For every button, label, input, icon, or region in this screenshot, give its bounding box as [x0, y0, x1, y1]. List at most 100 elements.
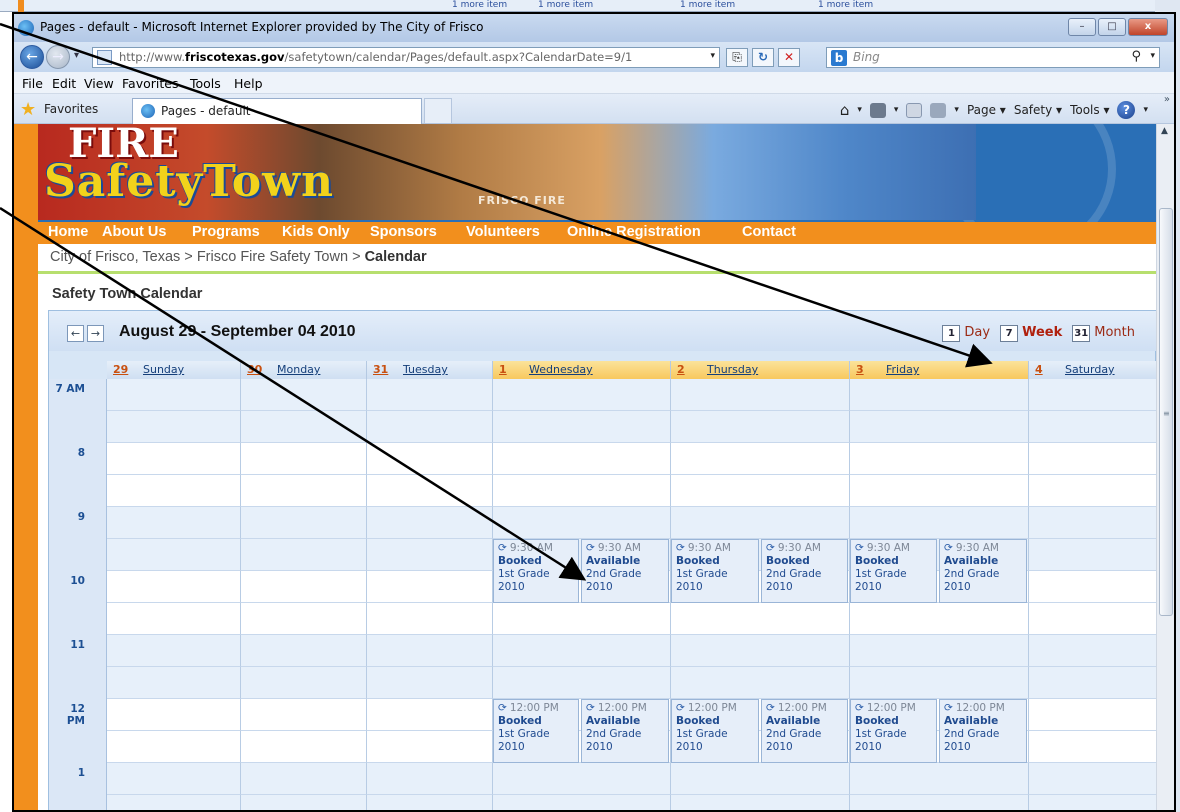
favorites-star-icon[interactable]: ★ [20, 99, 36, 120]
day-number[interactable]: 30 [247, 363, 262, 376]
time-slot[interactable] [241, 443, 367, 475]
time-slot[interactable] [671, 411, 850, 443]
tools-menu[interactable]: Tools ▾ [1070, 103, 1109, 117]
time-slot[interactable] [1029, 507, 1157, 539]
nav-contact[interactable]: Contact [742, 224, 796, 240]
time-slot[interactable] [107, 795, 241, 810]
more-chevron-icon[interactable]: » [1164, 94, 1170, 105]
day-number[interactable]: 31 [373, 363, 388, 376]
time-slot[interactable] [493, 795, 671, 810]
calendar-event[interactable]: ⟳ 12:00 PM Available 2nd Grade 2010 [761, 699, 848, 763]
next-week-button[interactable]: → [87, 325, 104, 342]
time-slot[interactable] [1029, 475, 1157, 507]
time-slot[interactable] [367, 379, 493, 411]
time-slot[interactable] [671, 379, 850, 411]
time-slot[interactable] [367, 603, 493, 635]
time-slot[interactable] [367, 763, 493, 795]
time-slot[interactable] [671, 507, 850, 539]
time-slot[interactable] [241, 763, 367, 795]
address-dropdown-icon[interactable]: ▾ [710, 51, 715, 61]
event-status[interactable]: Available [586, 715, 664, 728]
time-slot[interactable] [241, 475, 367, 507]
favorites-button[interactable]: Favorites [44, 102, 98, 116]
nav-programs[interactable]: Programs [192, 224, 260, 240]
day-header-monday[interactable]: 30 Monday [241, 361, 367, 379]
scroll-up-icon[interactable]: ▲ [1161, 126, 1168, 136]
nav-online-registration[interactable]: Online Registration [567, 224, 701, 240]
read-mail-icon[interactable] [906, 102, 923, 118]
calendar-event[interactable]: ⟳ 9:30 AM Available 2nd Grade 2010 [581, 539, 669, 603]
time-slot[interactable] [671, 635, 850, 667]
time-slot[interactable] [241, 539, 367, 571]
time-slot[interactable] [367, 795, 493, 810]
time-slot[interactable] [241, 795, 367, 810]
view-day[interactable]: 1 Day [942, 325, 990, 342]
feeds-dropdown-icon[interactable]: ▾ [894, 105, 899, 115]
help-dropdown-icon[interactable]: ▾ [1143, 105, 1148, 115]
time-slot[interactable] [671, 475, 850, 507]
time-slot[interactable] [367, 731, 493, 763]
refresh-button[interactable]: ↻ [752, 48, 774, 67]
time-slot[interactable] [107, 603, 241, 635]
time-slot[interactable] [493, 603, 671, 635]
time-slot[interactable] [367, 699, 493, 731]
nav-about-us[interactable]: About Us [102, 224, 166, 240]
time-slot[interactable] [107, 379, 241, 411]
back-button[interactable]: ← [20, 45, 44, 69]
time-slot[interactable] [241, 571, 367, 603]
time-slot[interactable] [367, 443, 493, 475]
event-status[interactable]: Available [766, 715, 843, 728]
time-slot[interactable] [241, 635, 367, 667]
day-header-saturday[interactable]: 4 Saturday [1029, 361, 1157, 379]
time-slot[interactable] [241, 731, 367, 763]
close-button[interactable]: x [1128, 18, 1168, 36]
time-slot[interactable] [107, 699, 241, 731]
nav-home[interactable]: Home [48, 224, 88, 240]
calendar-event[interactable]: ⟳ 9:30 AM Available 2nd Grade 2010 [939, 539, 1027, 603]
time-slot[interactable] [1029, 635, 1157, 667]
time-slot[interactable] [241, 379, 367, 411]
time-slot[interactable] [493, 763, 671, 795]
time-slot[interactable] [850, 379, 1029, 411]
address-input[interactable]: http://www.friscotexas.gov/safetytown/ca… [92, 47, 720, 68]
time-slot[interactable] [367, 507, 493, 539]
day-number[interactable]: 1 [499, 363, 507, 376]
time-slot[interactable] [671, 603, 850, 635]
time-slot[interactable] [367, 635, 493, 667]
vertical-scrollbar[interactable]: ▲ ≡ [1156, 124, 1174, 810]
time-slot[interactable] [367, 411, 493, 443]
time-slot[interactable] [1029, 603, 1157, 635]
time-slot[interactable] [107, 539, 241, 571]
time-slot[interactable] [107, 763, 241, 795]
day-number[interactable]: 3 [856, 363, 864, 376]
time-slot[interactable] [107, 443, 241, 475]
menu-tools[interactable]: Tools [190, 76, 221, 91]
time-slot[interactable] [1029, 795, 1157, 810]
page-menu[interactable]: Page ▾ [967, 103, 1006, 117]
menu-help[interactable]: Help [234, 76, 263, 91]
day-number[interactable]: 4 [1035, 363, 1043, 376]
menu-file[interactable]: File [22, 76, 43, 91]
time-slot[interactable] [850, 635, 1029, 667]
time-slot[interactable] [671, 795, 850, 810]
time-slot[interactable] [493, 475, 671, 507]
time-slot[interactable] [107, 731, 241, 763]
breadcrumb-safety-town[interactable]: Frisco Fire Safety Town [197, 249, 348, 265]
time-slot[interactable] [241, 699, 367, 731]
time-slot[interactable] [850, 507, 1029, 539]
maximize-button[interactable]: □ [1098, 18, 1126, 36]
calendar-event[interactable]: ⟳ 12:00 PM Available 2nd Grade 2010 [939, 699, 1027, 763]
new-tab-button[interactable] [424, 98, 452, 124]
time-slot[interactable] [493, 635, 671, 667]
time-slot[interactable] [107, 635, 241, 667]
menu-edit[interactable]: Edit [52, 76, 76, 91]
event-status[interactable]: Booked [766, 555, 843, 568]
event-status[interactable]: Booked [676, 555, 754, 568]
breadcrumb-city[interactable]: City of Frisco, Texas [50, 249, 180, 265]
day-name[interactable]: Tuesday [403, 363, 448, 376]
tab-pages-default[interactable]: Pages - default [132, 98, 422, 124]
event-status[interactable]: Available [586, 555, 664, 568]
day-name[interactable]: Monday [277, 363, 320, 376]
time-slot[interactable] [671, 763, 850, 795]
event-status[interactable]: Available [944, 715, 1022, 728]
